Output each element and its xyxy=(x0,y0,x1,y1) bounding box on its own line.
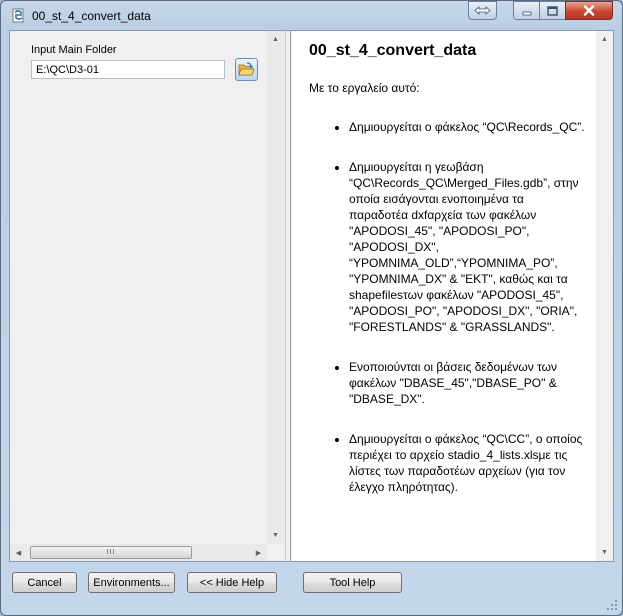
pane-splitter[interactable] xyxy=(285,31,291,561)
restore-icon xyxy=(474,6,491,15)
help-item-records-folder: Δημιουργείται ο φάκελος “QC\Records_QC”. xyxy=(349,119,585,135)
minimize-button[interactable] xyxy=(513,1,540,20)
help-item-cc-folder: Δημιουργείται ο φάκελος “QC\CC”, ο οποίο… xyxy=(349,431,585,495)
scrollbar-corner xyxy=(267,544,284,561)
scroll-left-arrow-icon[interactable]: ◀ xyxy=(10,544,27,561)
scroll-right-arrow-icon[interactable]: ▶ xyxy=(250,544,267,561)
horizontal-scroll-thumb[interactable]: III xyxy=(30,546,192,559)
minimize-icon xyxy=(522,11,531,15)
help-item-geodatabase: Δημιουργείται η γεωβάση “QC\Records_QC\M… xyxy=(349,159,585,335)
tool-help-button[interactable]: Tool Help xyxy=(303,572,402,593)
help-item-merge-databases: Ενοποιούνται οι βάσεις δεδομένων των φακ… xyxy=(349,359,585,407)
close-icon xyxy=(583,5,595,16)
parameters-horizontal-scrollbar[interactable]: ◀ III ▶ xyxy=(10,544,267,561)
open-folder-icon xyxy=(238,62,255,76)
environments-button[interactable]: Environments... xyxy=(88,572,175,593)
hide-help-button[interactable]: << Hide Help xyxy=(187,572,277,593)
tool-dialog-window: 00_st_4_convert_data Input Main Folder E… xyxy=(0,0,623,616)
cancel-button[interactable]: Cancel xyxy=(12,572,77,593)
help-bullet-list: Δημιουργείται ο φάκελος “QC\Records_QC”.… xyxy=(313,119,585,519)
help-vertical-scrollbar[interactable]: ▲ ▼ xyxy=(596,31,613,561)
help-title: 00_st_4_convert_data xyxy=(309,42,477,59)
maximize-icon xyxy=(547,5,558,16)
scroll-up-arrow-icon[interactable]: ▲ xyxy=(596,31,613,48)
resize-grip-icon[interactable] xyxy=(606,599,618,611)
close-button[interactable] xyxy=(565,1,613,20)
window-title: 00_st_4_convert_data xyxy=(32,9,151,23)
parameters-pane: Input Main Folder ▲ ▼ ◀ III ▶ xyxy=(10,31,285,561)
title-bar[interactable]: 00_st_4_convert_data xyxy=(1,1,622,29)
input-main-folder-label: Input Main Folder xyxy=(31,44,117,56)
browse-folder-button[interactable] xyxy=(235,58,258,81)
input-main-folder-field[interactable] xyxy=(31,60,225,79)
scroll-down-arrow-icon[interactable]: ▼ xyxy=(267,527,284,544)
restore-button[interactable] xyxy=(468,1,497,20)
python-script-icon xyxy=(12,8,24,23)
help-pane: 00_st_4_convert_data Με το εργαλείο αυτό… xyxy=(292,31,596,561)
parameters-vertical-scrollbar[interactable]: ▲ ▼ xyxy=(267,31,284,544)
scroll-up-arrow-icon[interactable]: ▲ xyxy=(267,31,284,48)
tool-client-area: Input Main Folder ▲ ▼ ◀ III ▶ xyxy=(9,30,614,562)
scroll-down-arrow-icon[interactable]: ▼ xyxy=(596,544,613,561)
maximize-button[interactable] xyxy=(539,1,566,20)
help-intro-text: Με το εργαλείο αυτό: xyxy=(309,81,420,95)
